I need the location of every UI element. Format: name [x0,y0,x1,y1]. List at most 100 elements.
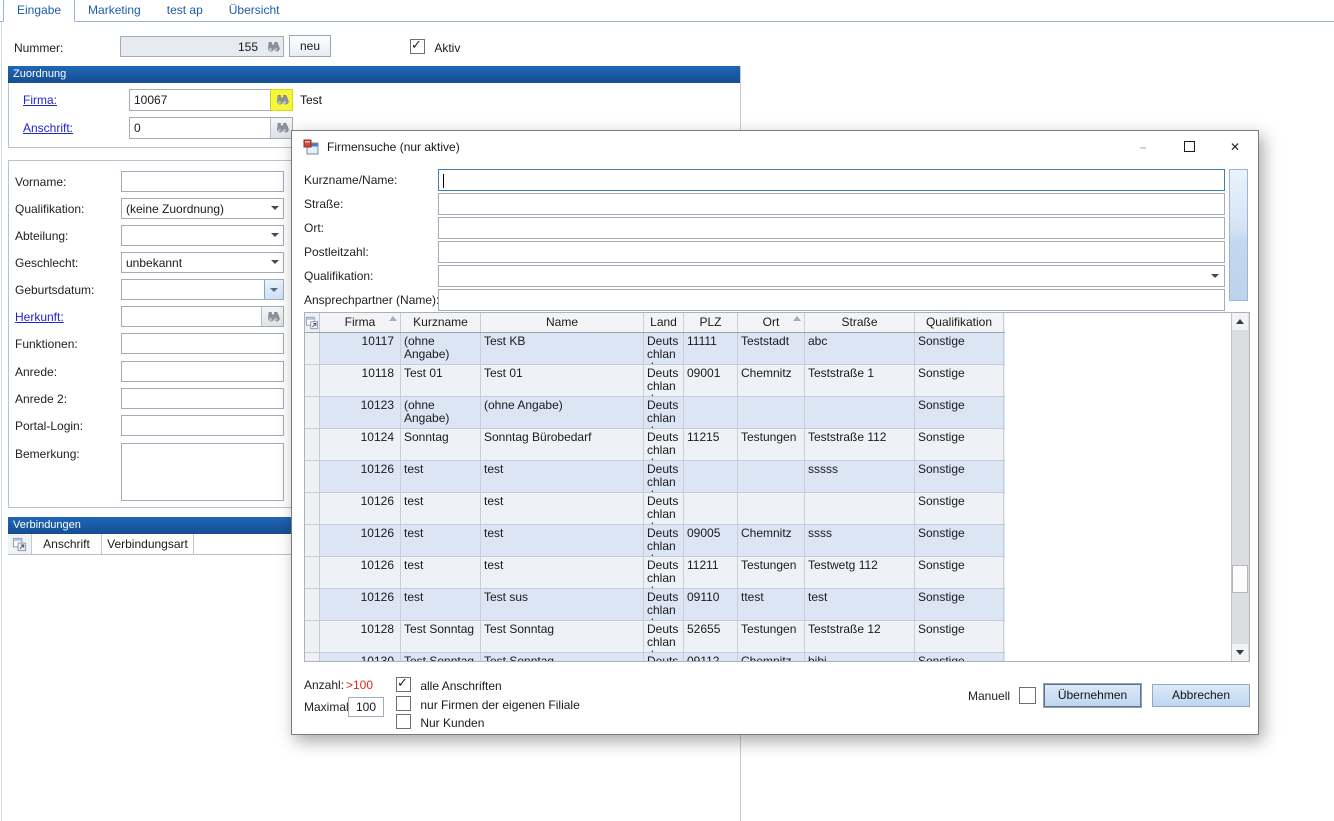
firma-binoculars-icon[interactable] [270,89,293,111]
nummer-row: Nummer: 155 neu Aktiv [0,34,740,58]
tab-marketing[interactable]: Marketing [75,0,154,21]
cell-firma: 10126 [320,589,401,620]
grid-options-icon[interactable] [8,534,32,554]
scroll-thumb[interactable] [1232,565,1248,593]
table-row[interactable]: 10124SonntagSonntag BürobedarfDeutschlan… [305,429,1005,461]
anrede2-input[interactable] [121,388,284,409]
scroll-up-icon[interactable] [1232,313,1248,330]
verbindungen-column-verbindungsart[interactable]: Verbindungsart [102,534,194,554]
nur-firmen-checkbox[interactable] [396,696,411,711]
strasse-input[interactable] [438,193,1225,215]
column-header-land[interactable]: Land [644,313,684,332]
table-row[interactable]: 10126testtestDeutschland09005Chemnitzsss… [305,525,1005,557]
datepicker-dropdown-icon[interactable] [264,280,283,299]
maximal-input[interactable]: 100 [348,697,384,717]
search-scrollbar[interactable] [1229,169,1248,301]
table-row[interactable]: 10117(ohne Angabe)Test KBDeutschland1111… [305,333,1005,365]
vorname-input[interactable] [121,171,284,192]
neu-button[interactable]: neu [289,35,331,57]
row-indicator [305,365,320,396]
table-row[interactable]: 10126testtestDeutschland11211TestungenTe… [305,557,1005,589]
table-row[interactable]: 10128Test SonntagTest SonntagDeutschland… [305,621,1005,653]
dialog-titlebar[interactable]: Firmensuche (nur aktive) – ✕ [292,131,1258,162]
close-icon[interactable]: ✕ [1212,131,1258,162]
chevron-down-icon [1211,274,1219,278]
aktiv-checkbox[interactable] [410,39,425,54]
herkunft-value [122,307,261,326]
zuordnung-header: Zuordnung [8,66,741,83]
anschrift-link[interactable]: Anschrift: [23,121,73,135]
cell-kurzname: Test Sonntag [401,653,481,662]
column-header-stra-e[interactable]: Straße [805,313,915,332]
binoculars-icon[interactable] [262,37,283,56]
table-row[interactable]: 10126testTest susDeutschland09110ttestte… [305,589,1005,621]
portal-login-label: Portal-Login: [15,419,83,433]
column-header-name[interactable]: Name [481,313,644,332]
minimize-icon[interactable]: – [1120,131,1166,162]
cell-firma: 10117 [320,333,401,364]
grid-options-icon[interactable] [305,313,320,332]
verbindungen-column-anschrift[interactable]: Anschrift [32,534,102,554]
column-header-firma[interactable]: Firma [320,313,401,332]
column-header-qualifikation[interactable]: Qualifikation [915,313,1004,332]
abbrechen-button[interactable]: Abbrechen [1152,684,1250,707]
grid-vertical-scrollbar[interactable] [1231,313,1249,661]
anrede-input[interactable] [121,361,284,382]
geschlecht-select[interactable]: unbekannt [121,252,284,273]
cell-qualifikation: Sonstige [915,397,1004,428]
postleitzahl-input[interactable] [438,241,1225,263]
bemerkung-textarea[interactable] [121,443,284,501]
tab-eingabe[interactable]: Eingabe [3,0,75,22]
cell-stra-e: ssss [805,525,915,556]
alle-anschriften-checkbox[interactable] [396,677,411,692]
nur-kunden-checkbox[interactable] [396,714,411,729]
table-row[interactable]: 10118Test 01Test 01Deutschland09001Chemn… [305,365,1005,397]
column-header-kurzname[interactable]: Kurzname [401,313,481,332]
cell-plz: 11211 [684,557,738,588]
herkunft-binoculars-icon[interactable] [261,307,283,326]
anschrift-value: 0 [130,118,270,138]
scroll-down-icon[interactable] [1232,644,1248,661]
person-section: Vorname: Qualifikation: (keine Zuordnung… [8,160,292,508]
grid-body: 10117(ohne Angabe)Test KBDeutschland1111… [305,333,1005,662]
ort-input[interactable] [438,217,1225,239]
herkunft-link[interactable]: Herkunft: [15,310,64,324]
row-indicator [305,557,320,588]
cell-ort: Testungen [738,621,805,652]
column-header-ort[interactable]: Ort [738,313,805,332]
firma-link[interactable]: Firma: [23,93,57,107]
tab-test-ap[interactable]: test ap [154,0,216,21]
cell-name: test [481,493,644,524]
cell-kurzname: Test 01 [401,365,481,396]
ansprechpartner-input[interactable] [438,289,1225,311]
table-row[interactable]: 10123(ohne Angabe)(ohne Angabe)Deutschla… [305,397,1005,429]
tab-uebersicht[interactable]: Übersicht [216,0,293,21]
geburtsdatum-input[interactable] [121,279,284,300]
qualifikation-search-select[interactable] [438,265,1225,287]
table-row[interactable]: 10126testtestDeutschlandSonstige [305,493,1005,525]
table-row[interactable]: 10126testtestDeutschlandsssssSonstige [305,461,1005,493]
column-header-plz[interactable]: PLZ [684,313,738,332]
nummer-field[interactable]: 155 [120,36,284,57]
cell-kurzname: Sonntag [401,429,481,460]
anschrift-binoculars-icon[interactable] [270,118,292,138]
anschrift-field[interactable]: 0 [129,117,293,139]
cell-stra-e: Teststraße 112 [805,429,915,460]
cell-ort: Chemnitz [738,653,805,662]
funktionen-input[interactable] [121,333,284,354]
firma-company-name: Test [300,93,322,107]
manuell-checkbox[interactable] [1019,687,1036,704]
kurzname-input[interactable] [438,169,1225,191]
row-indicator [305,333,320,364]
uebernehmen-button[interactable]: Übernehmen [1044,684,1141,707]
cell-name: Sonntag Bürobedarf [481,429,644,460]
qualifikation-select[interactable]: (keine Zuordnung) [121,198,284,219]
abteilung-select[interactable] [121,225,284,246]
firma-field[interactable]: 10067 [129,89,293,111]
firmensuche-dialog: Firmensuche (nur aktive) – ✕ Kurzname/Na… [291,130,1259,735]
table-row[interactable]: 10130Test SonntagTest SonntagDeutschland… [305,653,1005,662]
herkunft-field[interactable] [121,306,284,327]
portal-login-input[interactable] [121,415,284,436]
cell-name: Test 01 [481,365,644,396]
maximize-icon[interactable] [1166,131,1212,162]
